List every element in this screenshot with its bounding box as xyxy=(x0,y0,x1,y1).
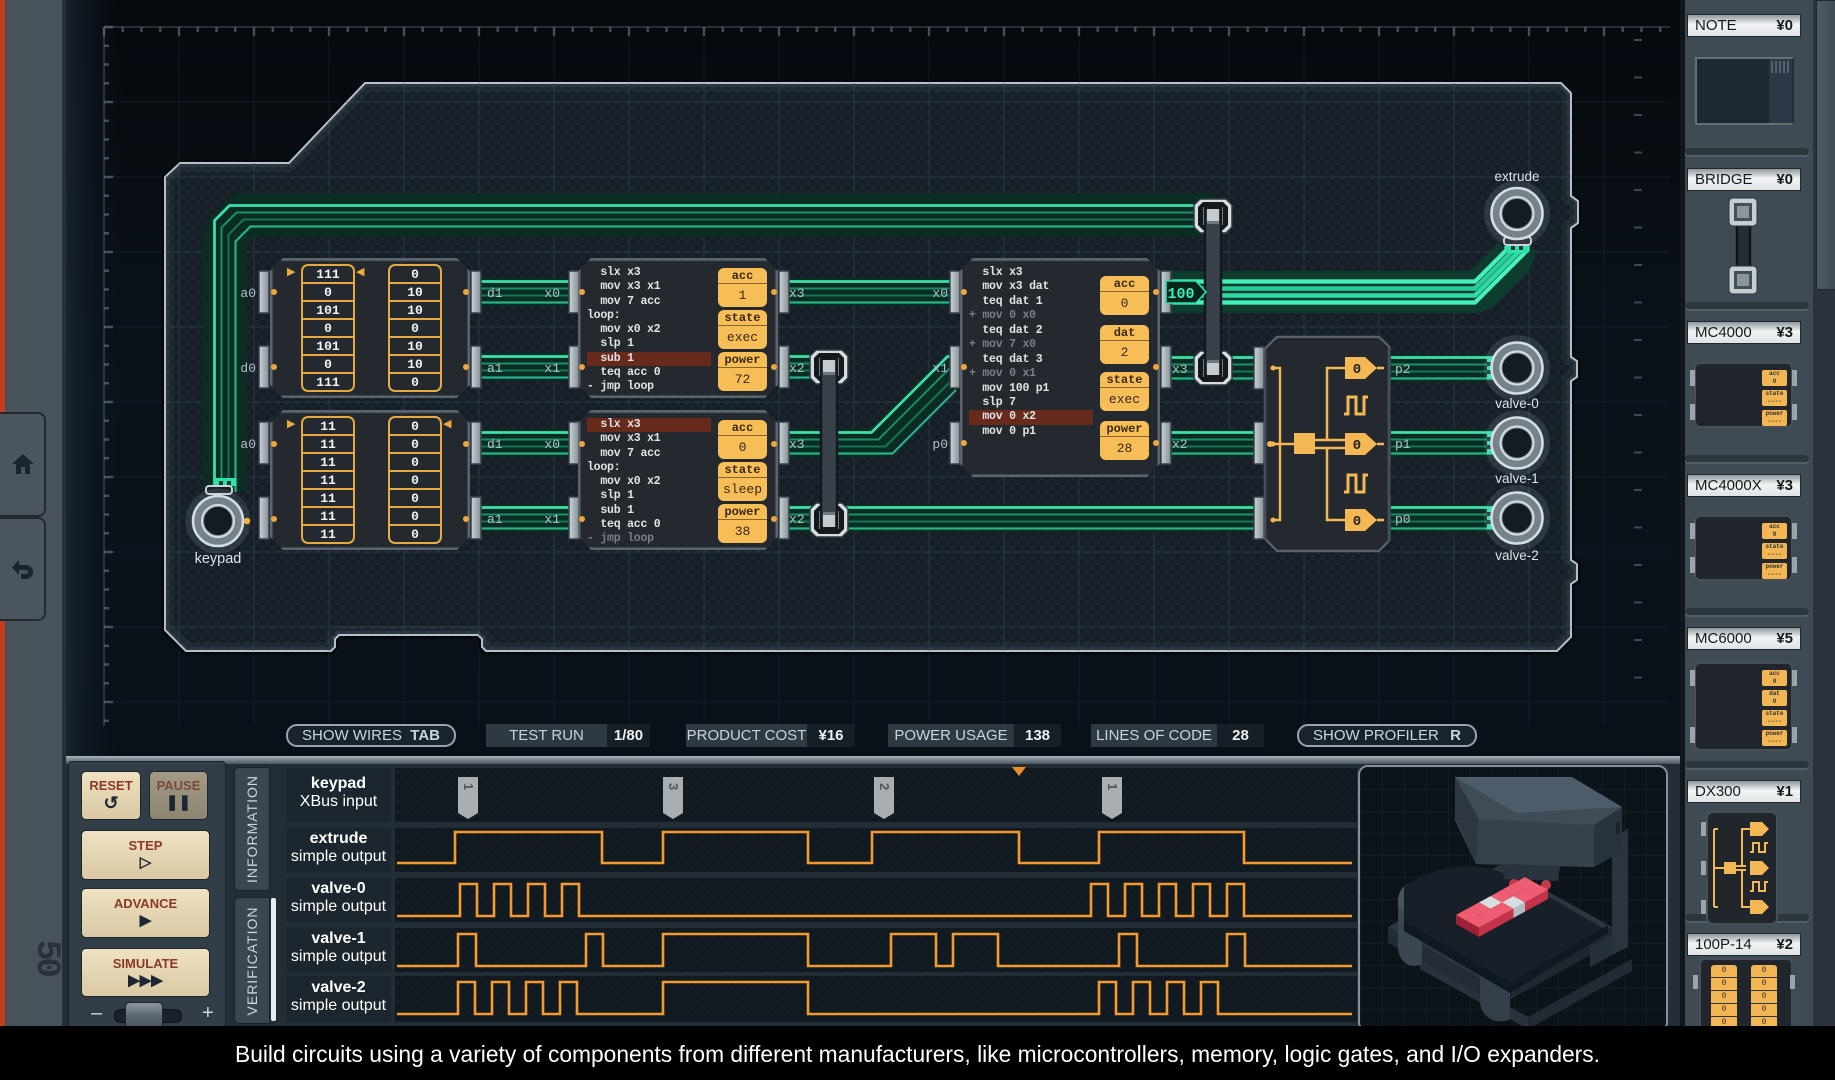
svg-text:x1: x1 xyxy=(544,512,560,527)
svg-text:x3: x3 xyxy=(1172,362,1188,377)
svg-text:extrude: extrude xyxy=(1494,169,1539,184)
svg-text:100: 100 xyxy=(1167,286,1194,303)
svg-text:a1: a1 xyxy=(487,512,503,527)
svg-text:x0: x0 xyxy=(932,286,948,301)
svg-text:0: 0 xyxy=(1353,438,1361,454)
svg-text:3: 3 xyxy=(666,783,681,790)
svg-text:x0: x0 xyxy=(544,286,560,301)
svg-text:a1: a1 xyxy=(487,361,503,376)
svg-text:0: 0 xyxy=(1353,362,1361,378)
svg-text:x2: x2 xyxy=(1172,437,1188,452)
svg-text:x1: x1 xyxy=(544,361,560,376)
svg-text:x0: x0 xyxy=(544,437,560,452)
svg-text:d0: d0 xyxy=(240,361,256,376)
svg-text:0: 0 xyxy=(1353,514,1361,530)
svg-text:a0: a0 xyxy=(240,286,256,301)
svg-text:d1: d1 xyxy=(487,286,503,301)
svg-text:valve-1: valve-1 xyxy=(1495,471,1539,486)
svg-text:valve-2: valve-2 xyxy=(1495,548,1539,563)
svg-text:p0: p0 xyxy=(1395,512,1411,527)
svg-text:p1: p1 xyxy=(1395,437,1411,452)
svg-text:1: 1 xyxy=(461,783,476,790)
svg-text:d1: d1 xyxy=(487,437,503,452)
svg-text:x2: x2 xyxy=(789,361,805,376)
svg-text:x2: x2 xyxy=(789,512,805,527)
svg-text:p0: p0 xyxy=(932,437,948,452)
svg-text:x3: x3 xyxy=(789,437,805,452)
svg-text:x3: x3 xyxy=(789,286,805,301)
svg-text:1: 1 xyxy=(1105,783,1120,790)
svg-text:keypad: keypad xyxy=(195,551,242,567)
svg-text:p2: p2 xyxy=(1395,362,1411,377)
svg-text:valve-0: valve-0 xyxy=(1495,396,1539,411)
svg-text:a0: a0 xyxy=(240,437,256,452)
svg-text:2: 2 xyxy=(877,783,892,790)
svg-text:x1: x1 xyxy=(932,361,948,376)
